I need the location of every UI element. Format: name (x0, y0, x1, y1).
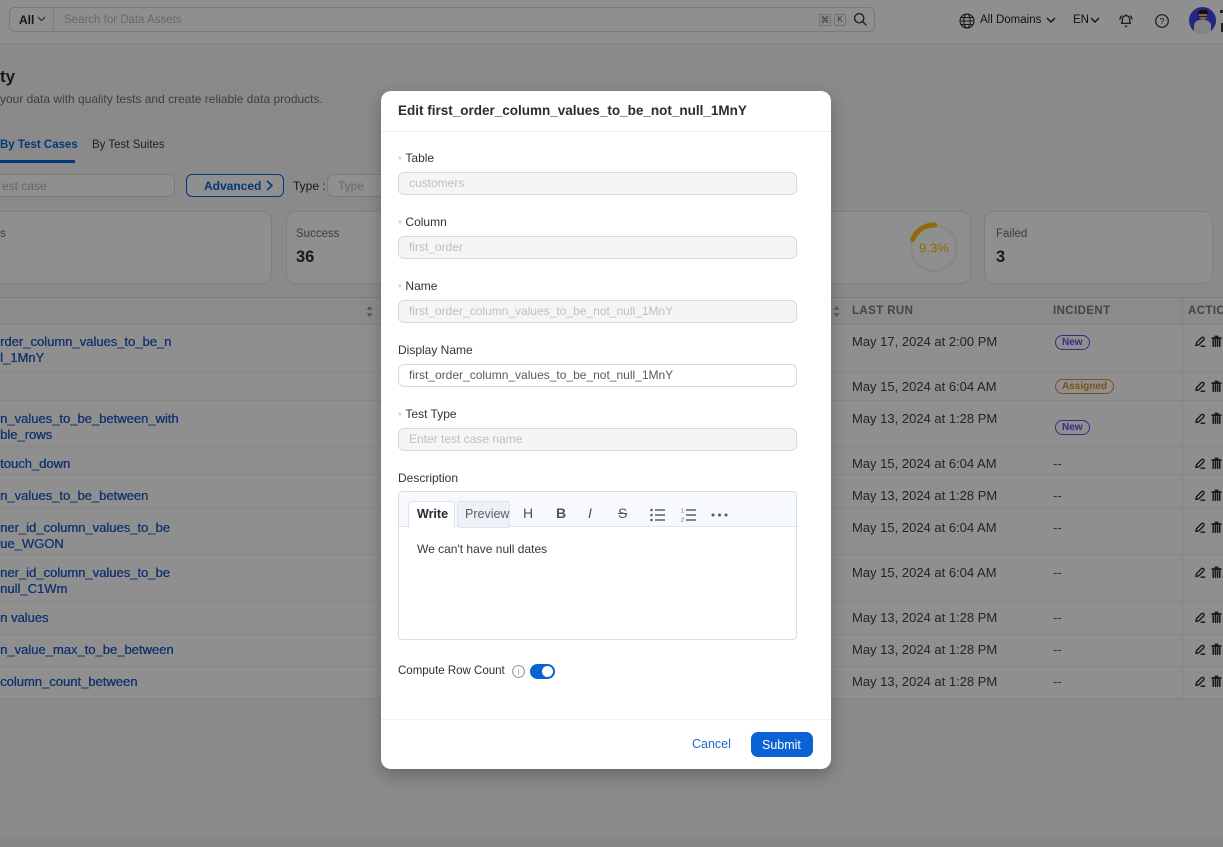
svg-text:2: 2 (681, 518, 684, 523)
svg-text:i: i (518, 668, 520, 677)
svg-text:1: 1 (681, 509, 684, 515)
